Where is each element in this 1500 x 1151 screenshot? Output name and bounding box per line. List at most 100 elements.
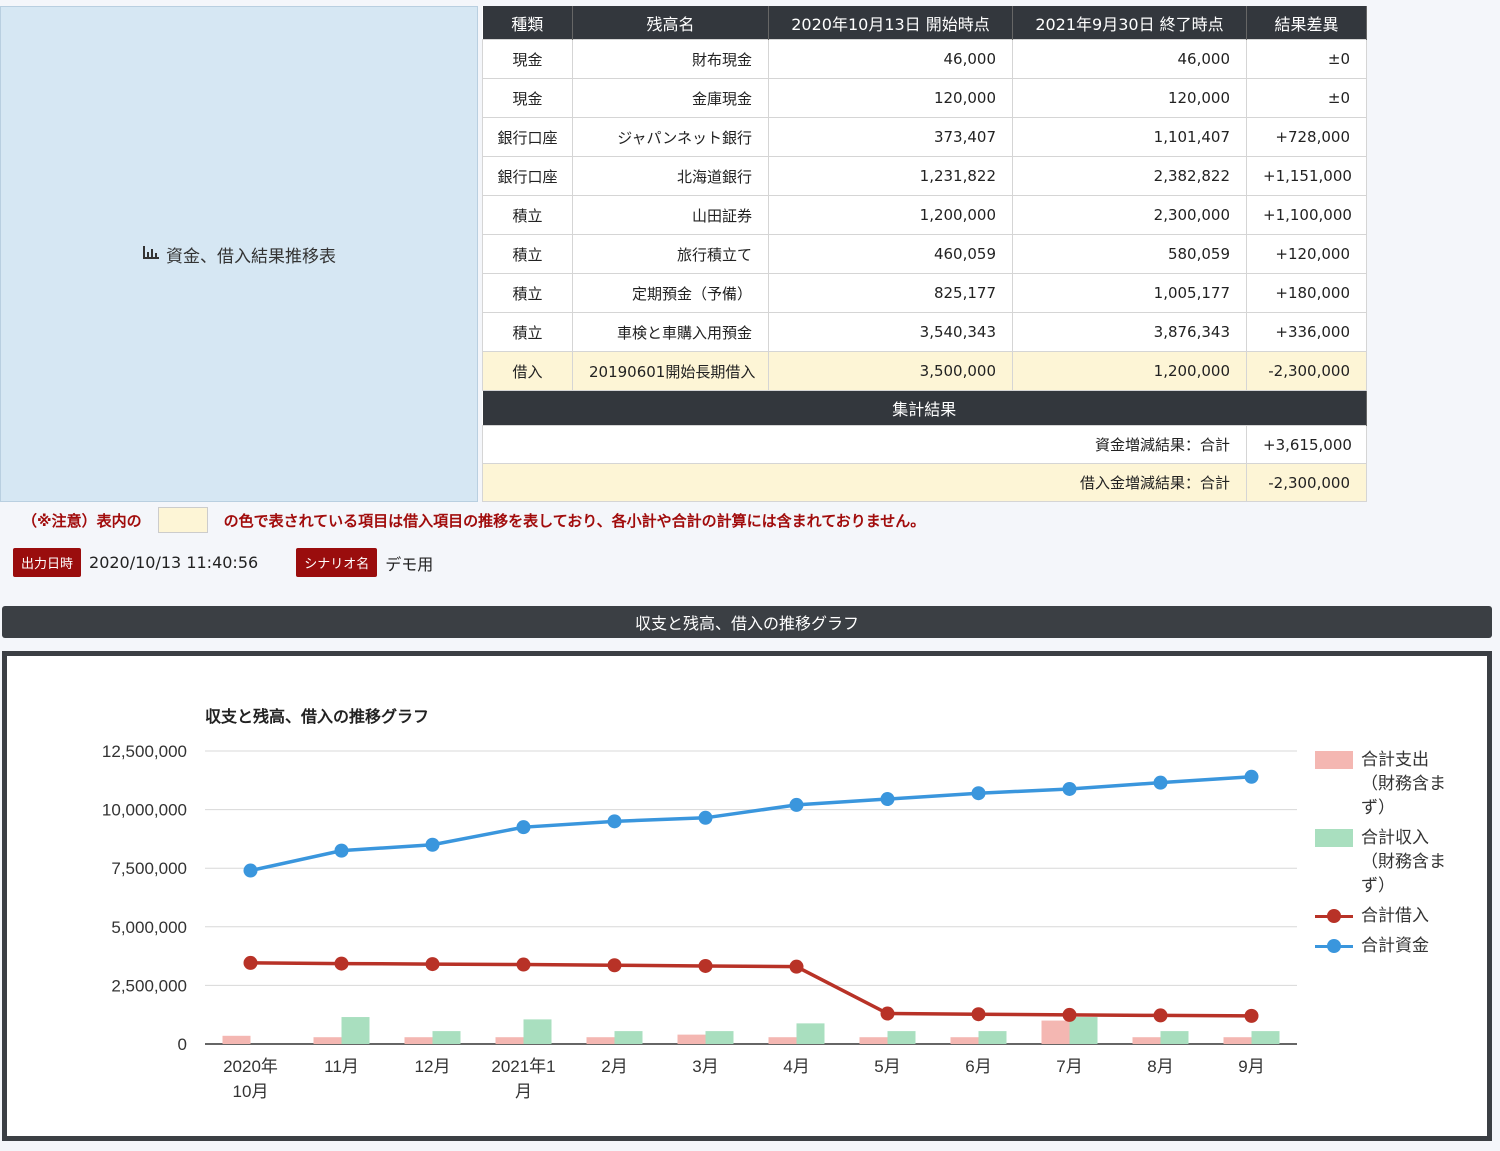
table-row: 積立 定期預金（予備） 825,177 1,005,177 +180,000 [482,273,1367,313]
income-bar [1069,1017,1098,1044]
table-row: 積立 車検と車購入用預金 3,540,343 3,876,343 +336,000 [482,312,1367,352]
total-value: +3,615,000 [1246,425,1367,464]
loan-series-line [250,961,1252,1018]
cell-start-value: 1,231,822 [768,156,1013,196]
header-balance-name: 残高名 [572,6,769,40]
x-tick-label: 11月 [324,1057,359,1076]
funds-point [607,814,622,829]
cell-balance-name: ジャパンネット銀行 [572,117,769,157]
income-bar [341,1017,370,1044]
cell-diff-value: +728,000 [1246,117,1367,157]
cell-balance-name: 旅行積立て [572,234,769,274]
header-end: 2021年9月30日 終了時点 [1012,6,1247,40]
funds-point [243,863,258,878]
expense-bar [1132,1037,1161,1044]
cell-type: 銀行口座 [482,156,573,196]
table-row: 現金 金庫現金 120,000 120,000 ±0 [482,78,1367,118]
legend-swatch [1315,751,1353,769]
total-label: 借入金増減結果：合計 [482,463,1247,502]
legend-line-marker [1315,937,1353,955]
table-row: 借入 20190601開始長期借入 3,500,000 1,200,000 -2,300… [482,351,1367,391]
header-type: 種類 [482,6,573,40]
total-value: -2,300,000 [1246,463,1367,502]
y-tick-label: 0 [178,1035,187,1054]
expense-bar [677,1034,706,1044]
cell-end-value: 1,200,000 [1012,351,1247,391]
loan-point [334,956,349,971]
cell-type: 借入 [482,351,573,391]
cell-diff-value: +336,000 [1246,312,1367,352]
table-row: 銀行口座 ジャパンネット銀行 373,407 1,101,407 +728,000 [482,117,1367,157]
output-date-badge: 出力日時 [13,548,82,577]
funds-point [334,843,349,858]
totals-section-header: 集計結果 [482,390,1367,426]
cell-balance-name: 定期預金（予備） [572,273,769,313]
loan-point [425,957,440,972]
legend-label: 合計支出 （財務含ま ず） [1361,750,1446,818]
cell-start-value: 460,059 [768,234,1013,274]
income-bar [1251,1031,1280,1044]
table-header-row: 種類 残高名 2020年10月13日 開始時点 2021年9月30日 終了時点 … [482,6,1367,40]
totals-section-title: 集計結果 [482,390,1367,426]
x-tick-label: 7月 [1056,1057,1082,1076]
cell-start-value: 3,500,000 [768,351,1013,391]
loan-point [243,955,258,970]
scenario-name-value: デモ用 [385,554,434,574]
cell-type: 積立 [482,312,573,352]
income-bar [523,1019,552,1044]
cell-start-value: 825,177 [768,273,1013,313]
expense-bar [404,1037,433,1044]
summary-panel-label: 資金、借入結果推移表 [166,246,336,267]
x-tick-label: 2021年1 [491,1057,555,1076]
cell-end-value: 1,005,177 [1012,273,1247,313]
expense-bar [859,1037,888,1044]
expense-bar [768,1037,797,1044]
cell-end-value: 2,300,000 [1012,195,1247,235]
x-tick-label: 12月 [415,1057,451,1076]
cell-diff-value: ±0 [1246,39,1367,79]
funds-point [971,786,986,801]
loan-color-notice: （※注意）表内の の色で表されている項目は借入項目の推移を表しており、各小計や合… [22,507,925,533]
expense-bar [495,1037,524,1044]
cell-balance-name: 財布現金 [572,39,769,79]
scenario-name-badge: シナリオ名 [296,548,378,577]
cell-end-value: 2,382,822 [1012,156,1247,196]
cell-balance-name: 金庫現金 [572,78,769,118]
cell-balance-name: 車検と車購入用預金 [572,312,769,352]
cell-diff-value: +1,100,000 [1246,195,1367,235]
expense-bar [950,1037,979,1044]
output-date-value: 2020/10/13 11:40:56 [89,553,259,572]
chart-legend: 合計支出 （財務含ま ず） 合計収入 （財務含ま ず） 合計借入 合計資金 [1315,748,1461,964]
balance-summary-table: 種類 残高名 2020年10月13日 開始時点 2021年9月30日 終了時点 … [482,6,1367,502]
income-bar [1160,1031,1189,1044]
cell-diff-value: +180,000 [1246,273,1367,313]
notice-suffix: の色で表されている項目は借入項目の推移を表しており、各小計や合計の計算には含まれ… [223,511,926,530]
total-row-funds: 資金増減結果：合計 +3,615,000 [482,425,1367,464]
legend-label: 合計資金 [1361,936,1429,956]
legend-item: 合計借入 [1315,904,1461,928]
loan-point [516,957,531,972]
header-diff: 結果差異 [1246,6,1367,40]
x-tick-label: 月 [515,1082,532,1101]
funds-point [516,820,531,835]
cell-end-value: 3,876,343 [1012,312,1247,352]
income-bar [614,1031,643,1044]
loan-point [1244,1008,1259,1023]
cell-start-value: 3,540,343 [768,312,1013,352]
cell-type: 積立 [482,273,573,313]
loan-point [1062,1007,1077,1022]
x-tick-label: 8月 [1147,1057,1173,1076]
cell-type: 現金 [482,39,573,79]
cell-end-value: 46,000 [1012,39,1247,79]
total-label: 資金増減結果：合計 [482,425,1247,464]
cell-end-value: 580,059 [1012,234,1247,274]
x-tick-label: 3月 [692,1057,718,1076]
cell-diff-value: -2,300,000 [1246,351,1367,391]
cell-start-value: 46,000 [768,39,1013,79]
legend-item: 合計資金 [1315,934,1461,958]
header-start: 2020年10月13日 開始時点 [768,6,1013,40]
cell-end-value: 120,000 [1012,78,1247,118]
table-row: 銀行口座 北海道銀行 1,231,822 2,382,822 +1,151,000 [482,156,1367,196]
loan-color-swatch [157,507,208,533]
x-tick-label: 2月 [601,1057,627,1076]
